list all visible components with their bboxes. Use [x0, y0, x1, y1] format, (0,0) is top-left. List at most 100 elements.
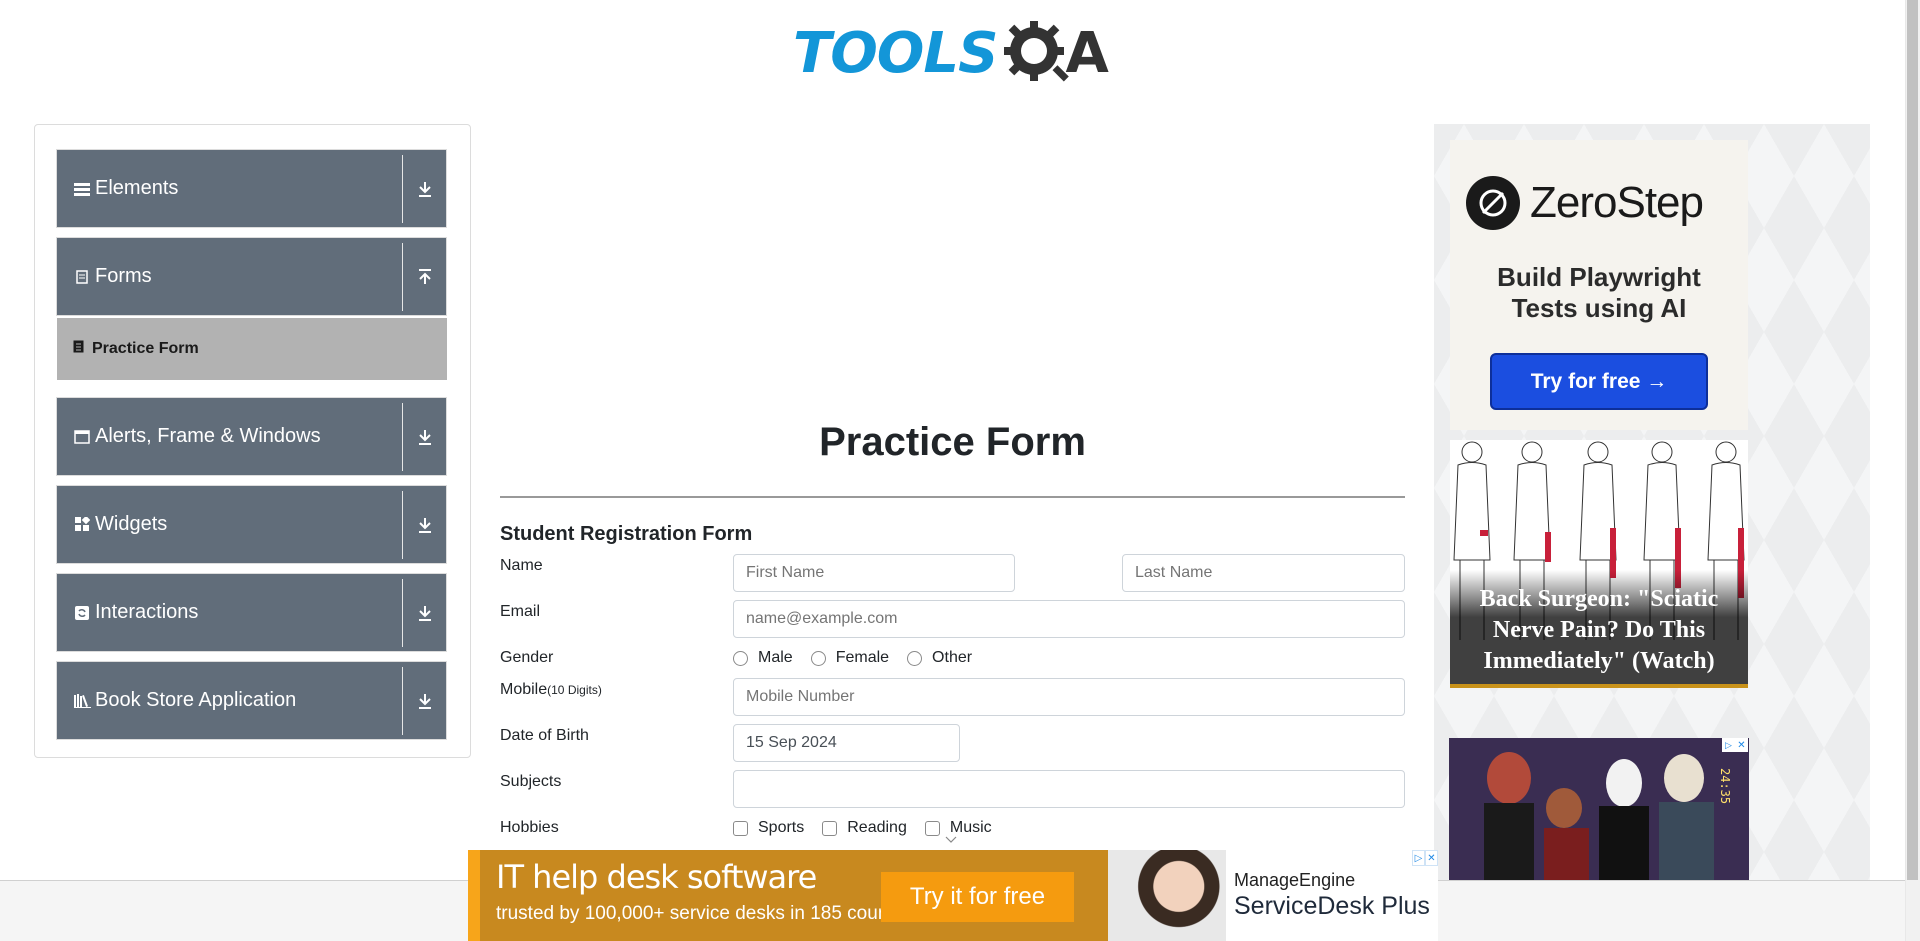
zerostep-try-button[interactable]: Try for free →	[1490, 353, 1708, 410]
logo-text-tools: TOOLS	[793, 20, 998, 86]
banner-ad-choices[interactable]: ▷ ✕	[1412, 850, 1438, 866]
zerostep-logo: ZeroStep	[1466, 176, 1704, 230]
checkbox-label: Reading	[847, 819, 907, 836]
date-of-birth-input[interactable]	[733, 724, 960, 762]
ad-info-icon[interactable]: ▷	[1412, 850, 1425, 866]
document-icon	[73, 268, 91, 286]
horror-movie-ad[interactable]: 24:35	[1449, 738, 1749, 888]
first-name-input[interactable]	[733, 554, 1015, 592]
widgets-icon	[73, 516, 91, 534]
zerostep-name: ZeroStep	[1530, 178, 1704, 227]
checkbox-label: Music	[949, 819, 992, 836]
radio-label: Other	[932, 649, 973, 666]
hobbies-label: Hobbies	[500, 819, 559, 836]
checkbox-music[interactable]	[924, 820, 940, 836]
mobile-label: Mobile(10 Digits)	[500, 681, 602, 699]
radio-label: Male	[758, 649, 793, 666]
banner-headline: IT help desk software	[496, 858, 817, 896]
zerostep-tagline-line-1: Build Playwright	[1497, 262, 1701, 292]
gender-label: Gender	[500, 649, 554, 666]
servicedesk-banner-ad[interactable]: IT help desk software trusted by 100,000…	[468, 850, 1438, 941]
manageengine-brand: ManageEngine	[1234, 870, 1356, 890]
sidebar-group-alerts[interactable]: Alerts, Frame & Windows	[56, 397, 447, 476]
hobby-option-reading[interactable]: Reading	[822, 819, 907, 837]
download-arrow-icon[interactable]	[403, 574, 446, 651]
sidebar-item-practice-form[interactable]: Practice Form	[57, 318, 447, 380]
subjects-label: Subjects	[500, 773, 562, 790]
title-divider	[500, 496, 1405, 498]
download-arrow-icon[interactable]	[403, 150, 446, 227]
zerostep-tagline: Build Playwright Tests using AI	[1450, 262, 1748, 324]
window-icon	[73, 428, 91, 446]
horror-characters-image: 24:35	[1449, 738, 1749, 888]
radio-female[interactable]	[810, 650, 826, 666]
ad-choices-badge[interactable]: ▷ ✕	[1722, 738, 1748, 752]
sidebar-group-label: Book Store Application	[95, 689, 297, 711]
sidebar-group-label: Elements	[95, 177, 179, 199]
gender-radio-group: Male Female Other	[733, 649, 990, 667]
banner-brand-panel: ManageEngine ServiceDesk Plus	[1226, 850, 1438, 941]
banner-subline: trusted by 100,000+ service desks in 185…	[496, 903, 925, 924]
sidebar-group-forms[interactable]: Forms	[56, 237, 447, 316]
refresh-icon	[73, 604, 91, 622]
name-label: Name	[500, 557, 543, 574]
mobile-hint: (10 Digits)	[547, 683, 602, 697]
radio-label: Female	[835, 649, 890, 666]
email-label: Email	[500, 603, 541, 620]
banner-accent-stripe	[468, 850, 480, 941]
gender-option-other[interactable]: Other	[907, 649, 972, 667]
sidebar-group-elements[interactable]: Elements	[56, 149, 447, 228]
banner-try-button[interactable]: Try it for free	[881, 872, 1074, 922]
sidebar-group-label: Alerts, Frame & Windows	[95, 425, 321, 447]
ad-close-icon[interactable]: ✕	[1425, 850, 1438, 866]
subjects-input[interactable]	[733, 770, 1405, 808]
zerostep-ad[interactable]: ZeroStep Build Playwright Tests using AI…	[1450, 140, 1748, 430]
checkbox-reading[interactable]	[822, 820, 838, 836]
banner-agent-photo	[1108, 850, 1226, 941]
sidebar-group-interactions[interactable]: Interactions	[56, 573, 447, 652]
mobile-input[interactable]	[733, 678, 1405, 716]
sidebar-group-widgets[interactable]: Widgets	[56, 485, 447, 564]
email-input[interactable]	[733, 600, 1405, 638]
gear-magnifier-icon	[1004, 21, 1070, 82]
hobbies-checkbox-group: Sports Reading Music	[733, 819, 1010, 837]
hobby-option-music[interactable]: Music	[924, 819, 992, 837]
radio-other[interactable]	[907, 650, 923, 666]
checkbox-sports[interactable]	[733, 820, 748, 836]
sidebar-group-book-store[interactable]: Book Store Application	[56, 661, 447, 740]
svg-text:24:35: 24:35	[1718, 768, 1732, 804]
checkbox-label: Sports	[758, 819, 805, 836]
scrollbar-thumb[interactable]	[1907, 0, 1918, 880]
header: TOOLS A	[0, 0, 1905, 110]
download-arrow-icon[interactable]	[403, 486, 446, 563]
gender-option-female[interactable]: Female	[810, 649, 890, 667]
zerostep-tagline-line-2: Tests using AI	[1511, 293, 1687, 323]
sidebar-group-label: Forms	[95, 265, 152, 287]
mobile-label-text: Mobile	[500, 681, 548, 698]
hamburger-icon	[73, 180, 91, 198]
ad-info-icon[interactable]: ▷	[1722, 738, 1735, 752]
sidebar-item-label: Practice Form	[92, 340, 199, 357]
upload-arrow-icon[interactable]	[403, 238, 446, 315]
radio-male[interactable]	[733, 650, 748, 666]
ad-close-icon[interactable]: ✕	[1735, 738, 1748, 752]
dob-label: Date of Birth	[500, 727, 589, 744]
toolsqa-logo[interactable]: TOOLS A	[793, 14, 1117, 92]
books-icon	[73, 692, 91, 710]
hobby-option-sports[interactable]: Sports	[733, 819, 804, 837]
sidebar-panel: Elements Forms Practice Form Alerts, Fra…	[34, 124, 471, 758]
chevron-down-icon	[945, 836, 957, 843]
servicedesk-product: ServiceDesk Plus	[1234, 892, 1430, 920]
download-arrow-icon[interactable]	[403, 398, 446, 475]
logo-text-a: A	[1065, 20, 1109, 86]
surgeon-ad[interactable]: Back Surgeon: "Sciatic Nerve Pain? Do Th…	[1450, 440, 1748, 688]
surgeon-ad-headline: Back Surgeon: "Sciatic Nerve Pain? Do Th…	[1479, 586, 1719, 674]
zerostep-mark-icon	[1466, 176, 1520, 230]
page-title: Practice Form	[819, 420, 1086, 464]
gender-option-male[interactable]: Male	[733, 649, 793, 667]
download-arrow-icon[interactable]	[403, 662, 446, 739]
last-name-input[interactable]	[1122, 554, 1405, 592]
banner-left-panel: IT help desk software trusted by 100,000…	[468, 850, 1226, 941]
form-title: Student Registration Form	[500, 523, 753, 545]
form-icon	[73, 340, 84, 358]
